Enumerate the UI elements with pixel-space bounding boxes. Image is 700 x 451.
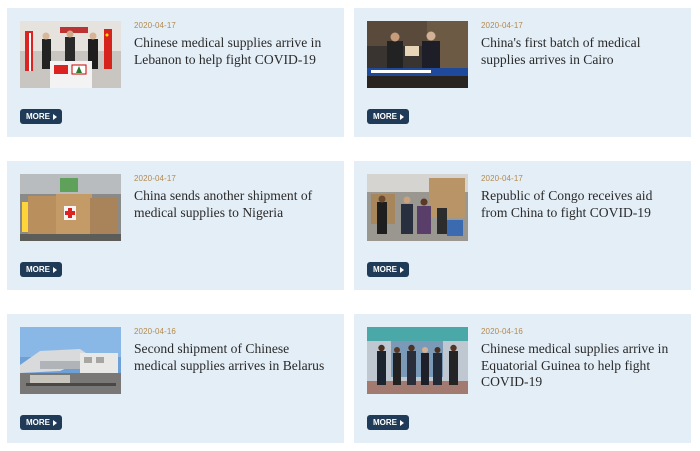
news-card: 2020-04-17 China sends another shipment … <box>7 161 344 290</box>
news-date: 2020-04-17 <box>134 21 176 30</box>
news-date: 2020-04-16 <box>481 327 523 336</box>
news-title[interactable]: Chinese medical supplies arrive in Equat… <box>481 341 681 391</box>
news-card: 2020-04-16 Second shipment of Chinese me… <box>7 314 344 443</box>
news-title[interactable]: Second shipment of Chinese medical suppl… <box>134 341 334 374</box>
news-date: 2020-04-17 <box>481 174 523 183</box>
news-thumbnail[interactable] <box>367 327 468 394</box>
more-button[interactable]: MORE <box>20 109 62 124</box>
news-title[interactable]: China's first batch of medical supplies … <box>481 35 681 68</box>
play-arrow-icon <box>400 113 404 120</box>
news-card: 2020-04-17 China's first batch of medica… <box>354 8 691 137</box>
news-thumbnail[interactable] <box>20 327 121 394</box>
more-label: MORE <box>373 265 397 274</box>
more-label: MORE <box>26 112 50 121</box>
play-arrow-icon <box>53 113 57 120</box>
news-thumbnail[interactable] <box>20 21 121 88</box>
news-date: 2020-04-16 <box>134 327 176 336</box>
news-card: 2020-04-16 Chinese medical supplies arri… <box>354 314 691 443</box>
more-label: MORE <box>26 265 50 274</box>
more-label: MORE <box>373 112 397 121</box>
news-title[interactable]: Republic of Congo receives aid from Chin… <box>481 188 681 221</box>
news-thumbnail[interactable] <box>367 174 468 241</box>
more-button[interactable]: MORE <box>20 415 62 430</box>
play-arrow-icon <box>53 266 57 273</box>
news-card: 2020-04-17 Republic of Congo receives ai… <box>354 161 691 290</box>
more-button[interactable]: MORE <box>367 415 409 430</box>
news-card: 2020-04-17 Chinese medical supplies arri… <box>7 8 344 137</box>
more-button[interactable]: MORE <box>367 262 409 277</box>
play-arrow-icon <box>53 419 57 426</box>
news-thumbnail[interactable] <box>20 174 121 241</box>
news-title[interactable]: Chinese medical supplies arrive in Leban… <box>134 35 334 68</box>
news-date: 2020-04-17 <box>481 21 523 30</box>
more-button[interactable]: MORE <box>367 109 409 124</box>
news-date: 2020-04-17 <box>134 174 176 183</box>
more-label: MORE <box>373 418 397 427</box>
news-title[interactable]: China sends another shipment of medical … <box>134 188 334 221</box>
play-arrow-icon <box>400 266 404 273</box>
news-thumbnail[interactable] <box>367 21 468 88</box>
play-arrow-icon <box>400 419 404 426</box>
more-label: MORE <box>26 418 50 427</box>
more-button[interactable]: MORE <box>20 262 62 277</box>
news-grid: 2020-04-17 Chinese medical supplies arri… <box>0 0 700 451</box>
